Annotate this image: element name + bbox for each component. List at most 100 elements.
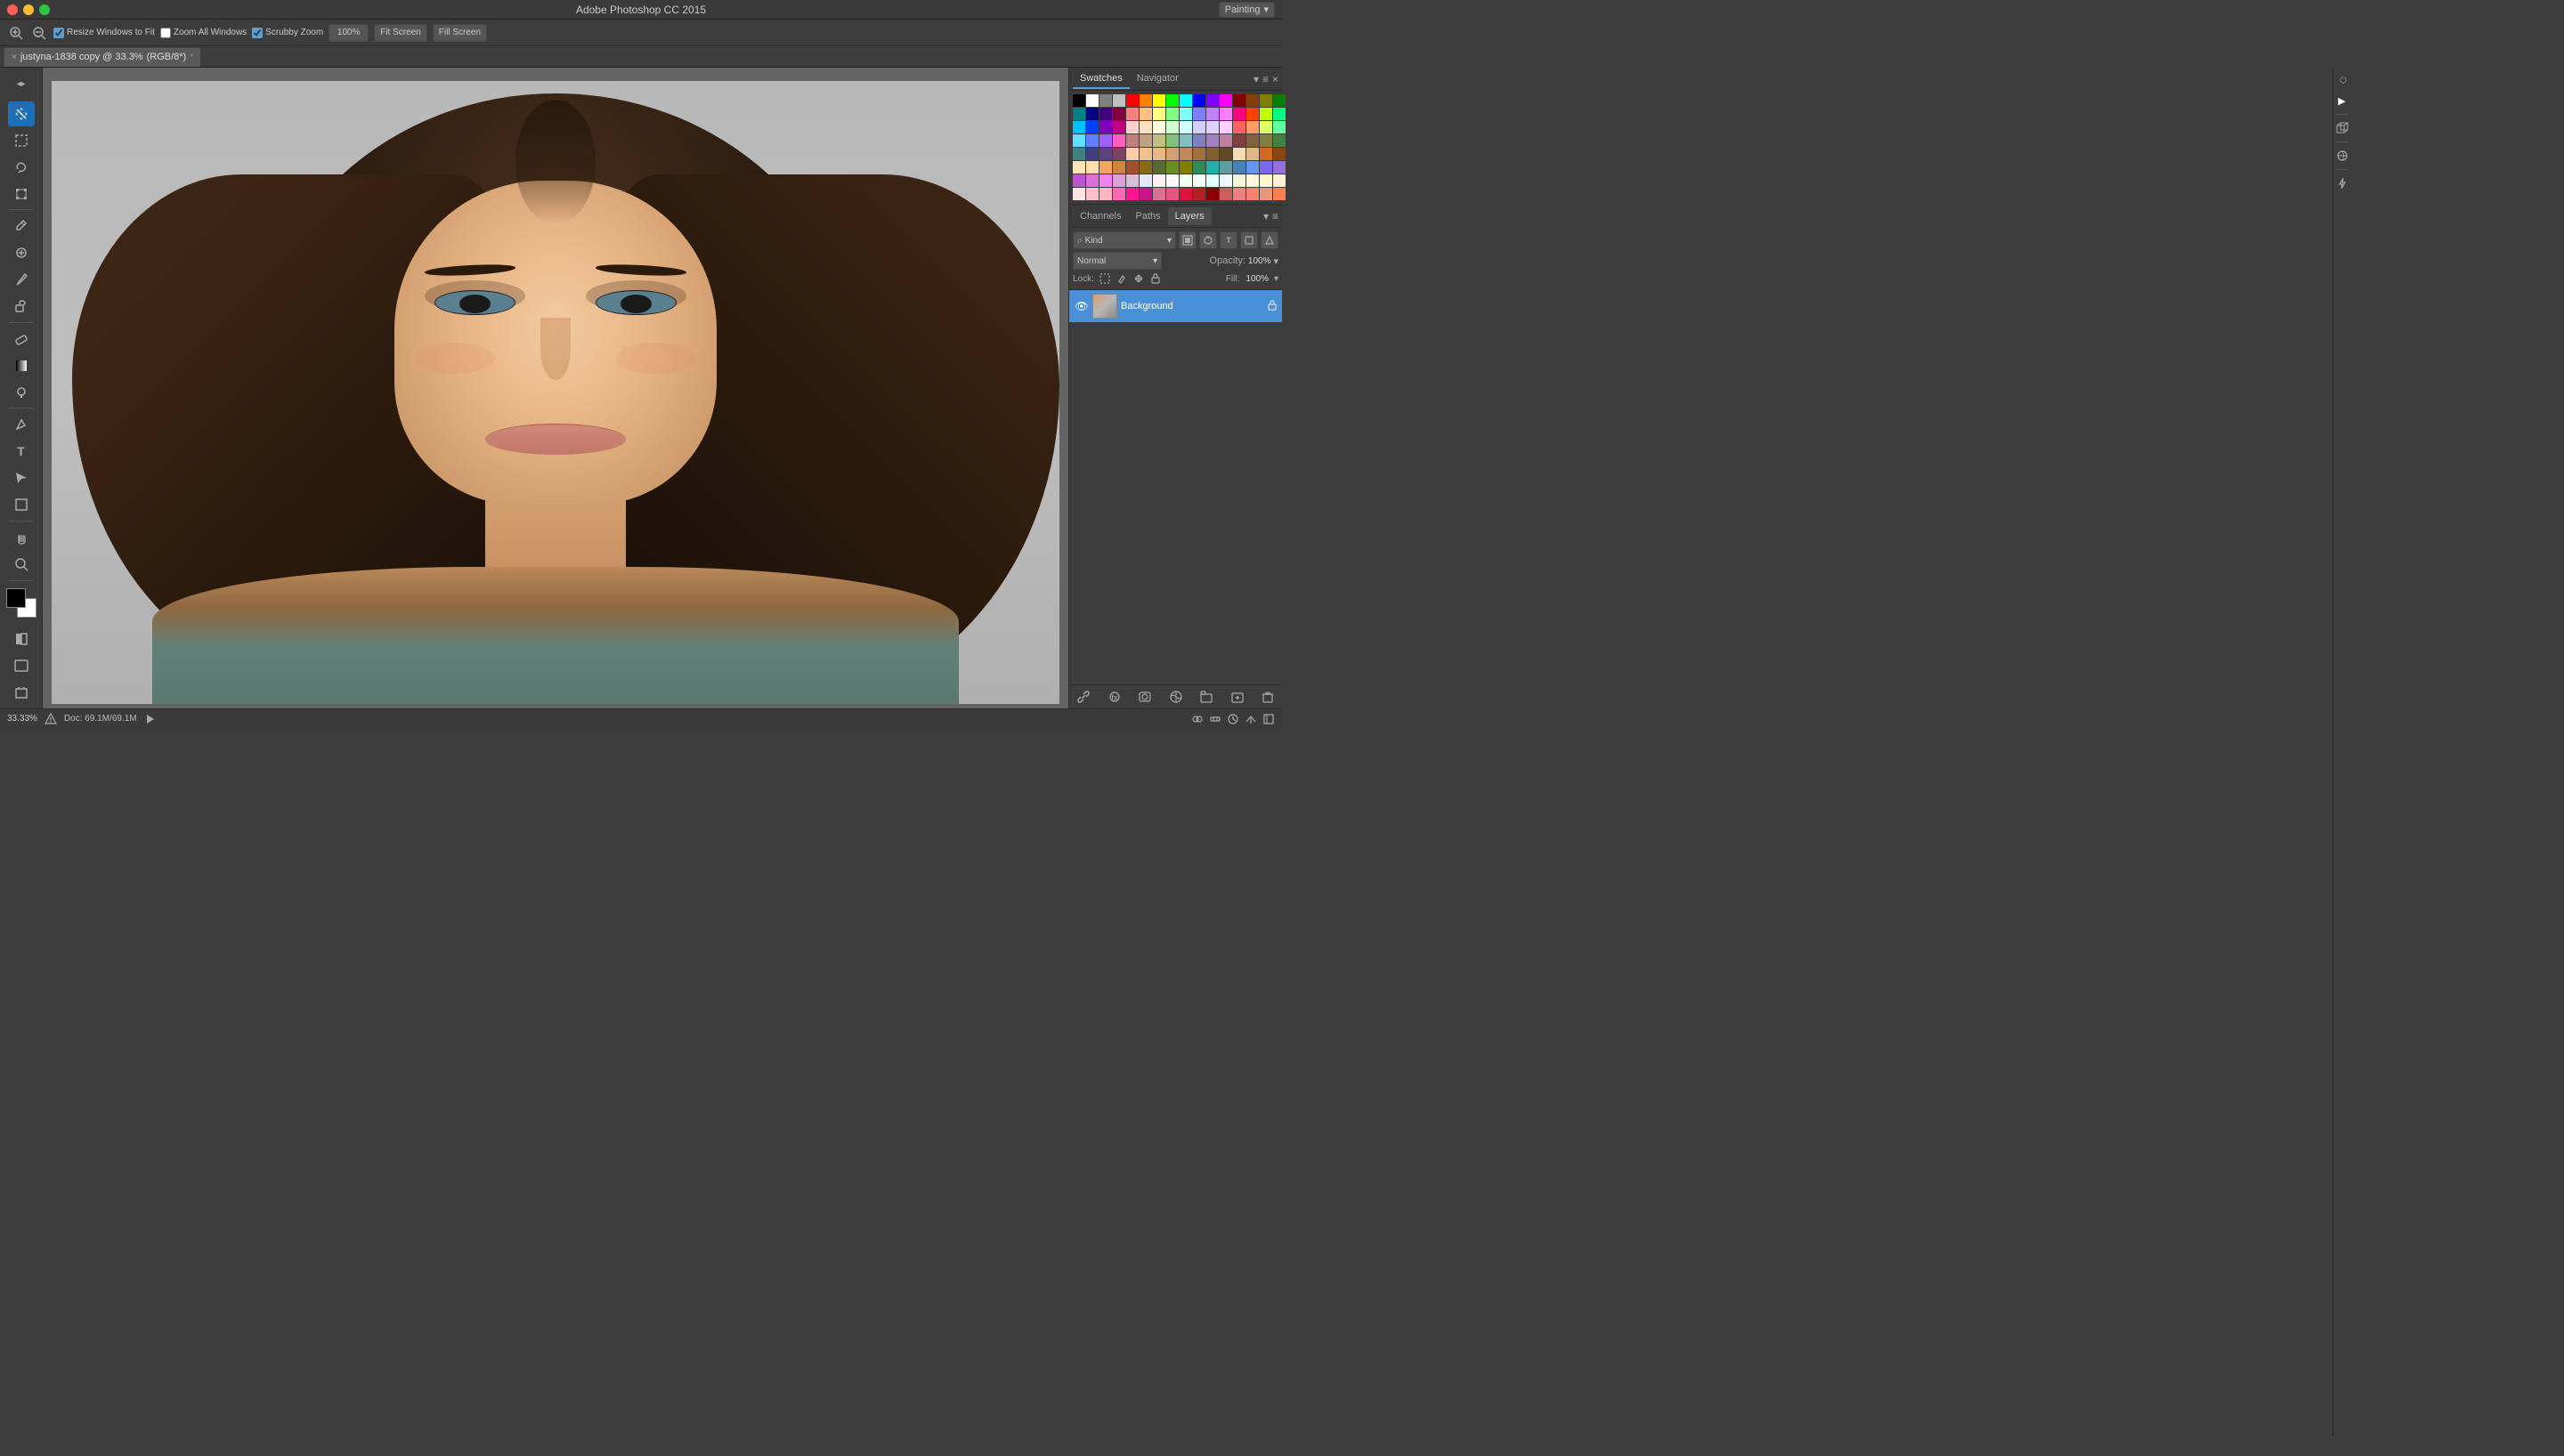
panel-toggle-btn[interactable]: ◂▸ <box>8 71 35 96</box>
swatch-cell[interactable] <box>1073 94 1085 107</box>
swatch-cell[interactable] <box>1220 148 1232 160</box>
layer-background[interactable]: 👁 Background <box>1069 290 1282 322</box>
swatch-cell[interactable] <box>1193 134 1205 147</box>
swatch-cell[interactable] <box>1180 121 1192 133</box>
swatch-cell[interactable] <box>1086 134 1099 147</box>
swatch-cell[interactable] <box>1246 94 1259 107</box>
swatch-cell[interactable] <box>1260 121 1272 133</box>
tab-layers[interactable]: Layers <box>1168 207 1212 225</box>
zoom-out-icon[interactable] <box>30 24 48 42</box>
swatch-cell[interactable] <box>1273 148 1286 160</box>
swatch-cell[interactable] <box>1140 188 1152 200</box>
swatch-cell[interactable] <box>1246 148 1259 160</box>
link-status-icon[interactable] <box>1191 713 1204 725</box>
swatch-cell[interactable] <box>1073 161 1085 174</box>
swatch-cell[interactable] <box>1153 174 1165 187</box>
swatch-cell[interactable] <box>1193 174 1205 187</box>
close-icon[interactable]: × <box>12 53 17 62</box>
swatch-cell[interactable] <box>1260 188 1272 200</box>
settings-status-icon[interactable] <box>1209 713 1221 725</box>
swatch-cell[interactable] <box>1206 161 1219 174</box>
swatch-cell[interactable] <box>1180 108 1192 120</box>
swatch-cell[interactable] <box>1153 188 1165 200</box>
swatch-cell[interactable] <box>1193 188 1205 200</box>
layer-filter-pixel-icon[interactable] <box>1179 231 1197 249</box>
swatch-cell[interactable] <box>1233 108 1245 120</box>
swatch-cell[interactable] <box>1260 161 1272 174</box>
scrubby-zoom-checkbox[interactable]: Scrubby Zoom <box>252 28 323 38</box>
swatch-cell[interactable] <box>1233 148 1245 160</box>
fullscreen-button[interactable] <box>39 4 50 15</box>
tab-navigator[interactable]: Navigator <box>1130 69 1186 89</box>
swatch-cell[interactable] <box>1273 174 1286 187</box>
artboard-tool[interactable] <box>8 680 35 705</box>
swatch-cell[interactable] <box>1140 148 1152 160</box>
swatch-cell[interactable] <box>1193 94 1205 107</box>
panel-circle-icon[interactable] <box>2334 148 2350 164</box>
swatch-cell[interactable] <box>1206 94 1219 107</box>
swatch-cell[interactable] <box>1086 148 1099 160</box>
swatch-cell[interactable] <box>1180 161 1192 174</box>
swatch-cell[interactable] <box>1220 108 1232 120</box>
path-select-tool[interactable] <box>8 465 35 490</box>
play-icon[interactable] <box>144 713 157 725</box>
swatch-cell[interactable] <box>1193 121 1205 133</box>
quick-mask-tool[interactable] <box>8 627 35 651</box>
swatch-cell[interactable] <box>1126 148 1139 160</box>
screen-mode-tool[interactable] <box>8 653 35 678</box>
swatch-cell[interactable] <box>1099 94 1112 107</box>
swatch-cell[interactable] <box>1220 188 1232 200</box>
pen-tool[interactable] <box>8 412 35 437</box>
layer-filter-shape-icon[interactable] <box>1240 231 1258 249</box>
swatch-cell[interactable] <box>1206 148 1219 160</box>
swatch-cell[interactable] <box>1273 94 1286 107</box>
swatch-cell[interactable] <box>1273 161 1286 174</box>
zoom-percent-input[interactable] <box>329 24 369 42</box>
swatch-cell[interactable] <box>1140 121 1152 133</box>
add-adjustment-button[interactable] <box>1167 688 1185 706</box>
swatch-cell[interactable] <box>1126 161 1139 174</box>
swatch-cell[interactable] <box>1206 188 1219 200</box>
marquee-tool[interactable] <box>8 128 35 153</box>
swatch-cell[interactable] <box>1246 161 1259 174</box>
swatch-cell[interactable] <box>1220 94 1232 107</box>
swatch-cell[interactable] <box>1140 94 1152 107</box>
swatch-cell[interactable] <box>1166 108 1179 120</box>
swatch-cell[interactable] <box>1233 94 1245 107</box>
swatch-cell[interactable] <box>1166 174 1179 187</box>
hand-tool[interactable] <box>8 525 35 550</box>
swatch-cell[interactable] <box>1099 121 1112 133</box>
swatch-cell[interactable] <box>1260 108 1272 120</box>
swatch-cell[interactable] <box>1220 121 1232 133</box>
swatch-cell[interactable] <box>1099 161 1112 174</box>
expand-status-icon[interactable] <box>1262 713 1275 725</box>
swatch-cell[interactable] <box>1233 134 1245 147</box>
add-layer-style-button[interactable]: fx <box>1106 688 1124 706</box>
lock-all-icon[interactable] <box>1148 271 1163 286</box>
fill-arrow[interactable]: ▾ <box>1274 274 1278 284</box>
dodge-tool[interactable] <box>8 380 35 405</box>
swatch-cell[interactable] <box>1086 94 1099 107</box>
swatch-cell[interactable] <box>1099 174 1112 187</box>
swatch-cell[interactable] <box>1113 94 1125 107</box>
layer-filter-type-icon[interactable]: T <box>1220 231 1237 249</box>
swatch-cell[interactable] <box>1099 148 1112 160</box>
canvas-area[interactable] <box>43 68 1068 708</box>
swatch-cell[interactable] <box>1180 94 1192 107</box>
transform-tool[interactable] <box>8 182 35 206</box>
opacity-arrow[interactable]: ▾ <box>1273 255 1278 267</box>
swatch-cell[interactable] <box>1113 108 1125 120</box>
swatch-cell[interactable] <box>1166 148 1179 160</box>
swatch-cell[interactable] <box>1193 108 1205 120</box>
swatch-cell[interactable] <box>1166 121 1179 133</box>
healing-brush-tool[interactable] <box>8 240 35 265</box>
swatch-cell[interactable] <box>1073 134 1085 147</box>
layer-filter-smart-icon[interactable] <box>1261 231 1278 249</box>
swatch-cell[interactable] <box>1140 161 1152 174</box>
layer-visibility-icon[interactable]: 👁 <box>1075 299 1089 313</box>
delete-layer-button[interactable] <box>1259 688 1277 706</box>
swatch-cell[interactable] <box>1140 134 1152 147</box>
lock-paint-icon[interactable] <box>1115 271 1129 286</box>
eyedropper-tool[interactable] <box>8 214 35 239</box>
swatch-cell[interactable] <box>1246 188 1259 200</box>
